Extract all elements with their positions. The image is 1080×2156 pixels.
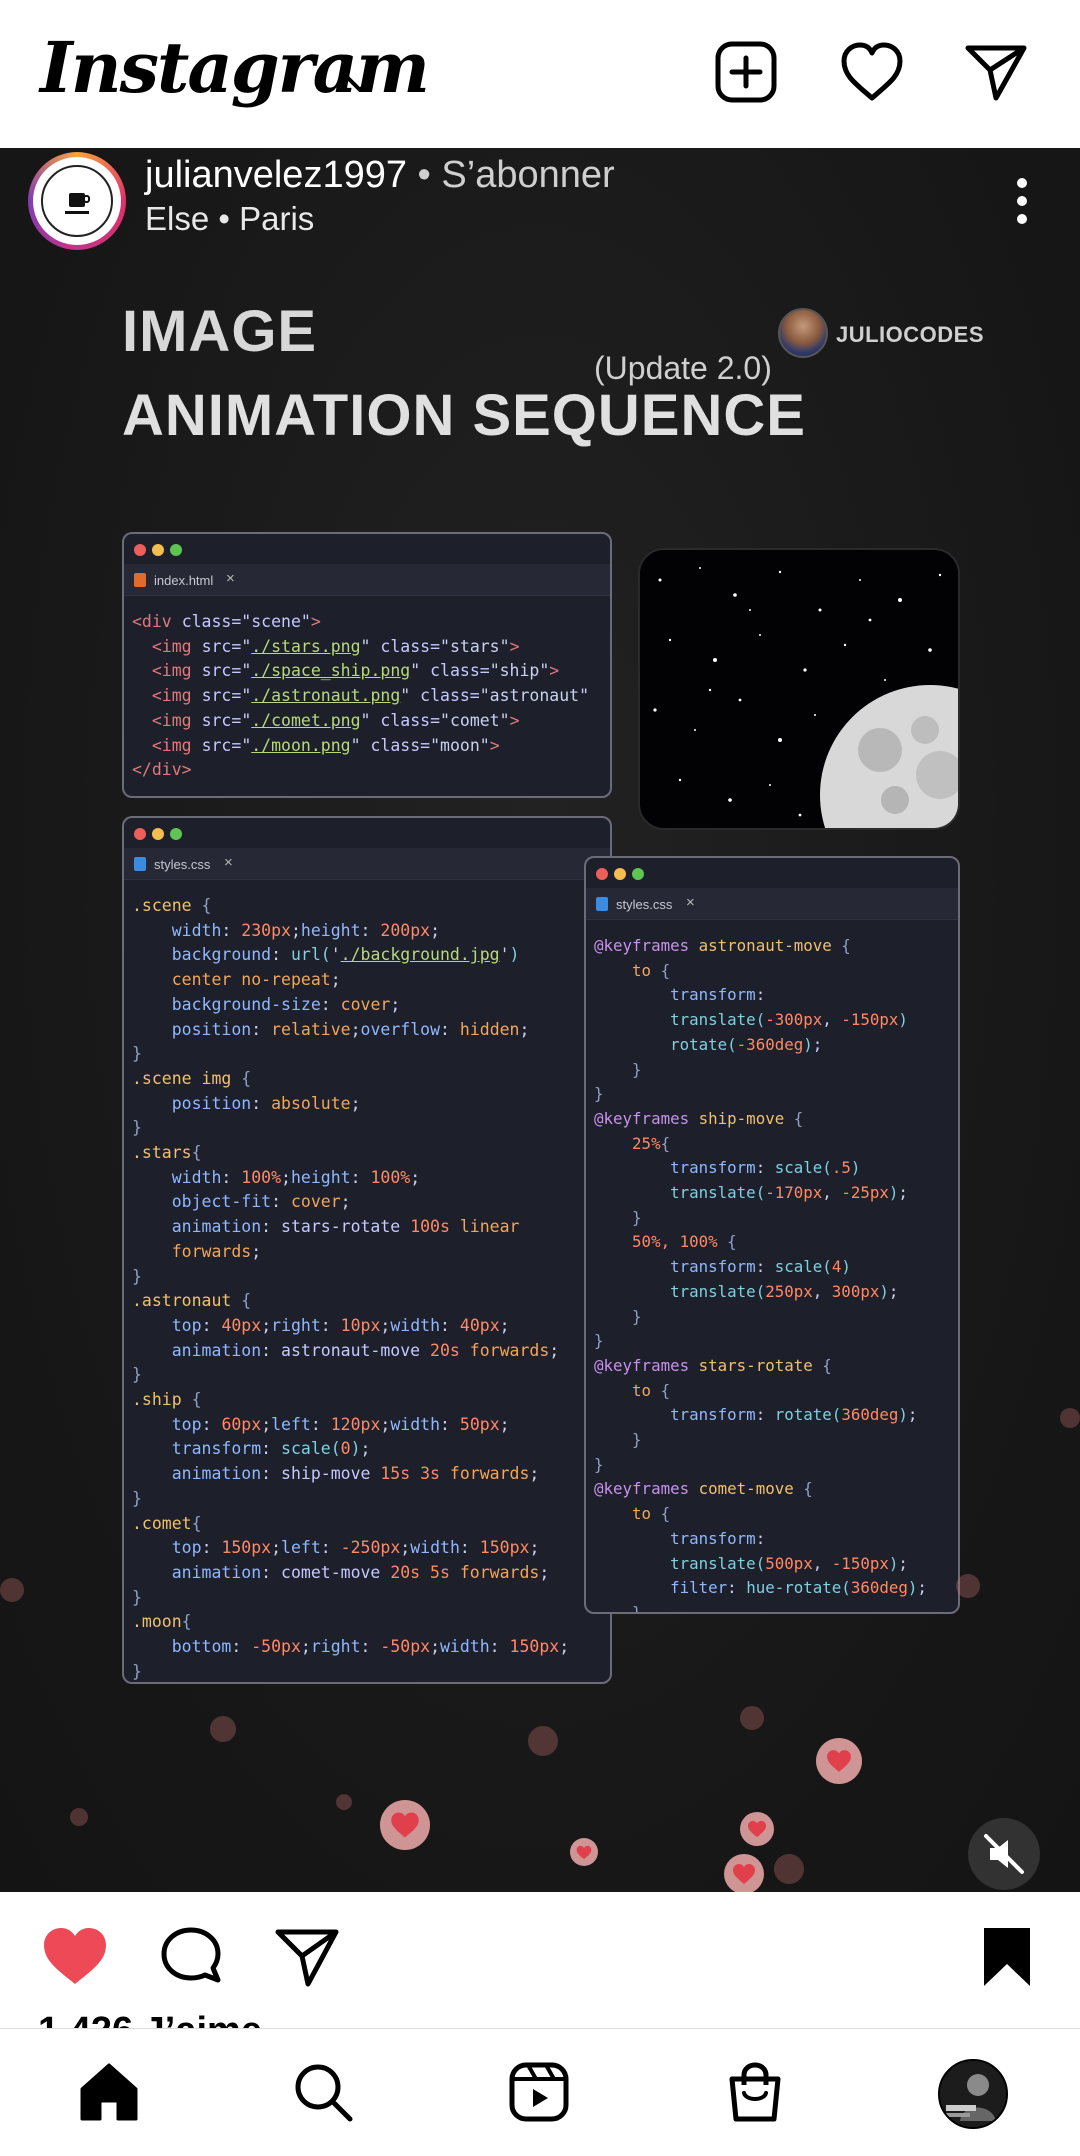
story-ring[interactable] xyxy=(28,152,126,250)
profile-photo xyxy=(940,2061,1006,2127)
bokeh-dot xyxy=(336,1794,352,1810)
floating-heart-icon xyxy=(740,1812,774,1846)
floating-heart-icon xyxy=(380,1800,430,1850)
home-icon[interactable] xyxy=(76,2059,142,2125)
maximize-dot-icon xyxy=(170,544,182,556)
profile-avatar[interactable] xyxy=(938,2059,1008,2129)
floating-heart-icon xyxy=(816,1738,862,1784)
close-tab-icon: × xyxy=(686,894,695,911)
close-dot-icon xyxy=(134,828,146,840)
window-controls xyxy=(124,818,610,848)
css-code-window-right: styles.css × @keyframes astronaut-move {… xyxy=(584,856,960,1614)
avatar-logo xyxy=(41,165,113,237)
update-tag: (Update 2.0) xyxy=(594,350,772,386)
css-file-icon xyxy=(596,897,608,911)
tab-filename: styles.css xyxy=(616,897,673,912)
editor-tab: styles.css × xyxy=(124,848,610,880)
minimize-dot-icon xyxy=(614,868,626,880)
more-options-icon[interactable] xyxy=(1010,174,1034,228)
speaker-muted-icon xyxy=(984,1834,1024,1874)
css-file-icon xyxy=(134,857,146,871)
direct-message-icon[interactable] xyxy=(960,36,1032,108)
close-dot-icon xyxy=(134,544,146,556)
tab-filename: styles.css xyxy=(154,857,211,872)
tab-filename: index.html xyxy=(154,573,214,588)
heart-icon[interactable] xyxy=(836,36,908,108)
subscribe-button[interactable]: S’abonner xyxy=(441,154,614,196)
username-text[interactable]: julianvelez1997 xyxy=(145,154,407,196)
editor-tab: styles.css × xyxy=(586,888,958,920)
separator-dot: • xyxy=(406,154,442,196)
shop-icon[interactable] xyxy=(722,2059,788,2125)
bokeh-dot xyxy=(70,1808,88,1826)
post-media[interactable]: julianvelez1997 • S’abonner Else • Paris… xyxy=(0,148,1080,1892)
post-location[interactable]: Else • Paris xyxy=(145,200,314,238)
reels-icon[interactable] xyxy=(506,2059,572,2125)
maximize-dot-icon xyxy=(632,868,644,880)
space-preview-image xyxy=(638,548,960,830)
close-tab-icon: × xyxy=(224,854,233,871)
bokeh-dot xyxy=(528,1726,558,1756)
top-bar: Instagram xyxy=(0,0,1080,148)
like-button[interactable] xyxy=(40,1922,110,1992)
bottom-navigation xyxy=(0,2028,1080,2156)
css-code-right: @keyframes astronaut-move { to { transfo… xyxy=(594,936,927,1614)
post-actions xyxy=(0,1892,1080,2022)
html-file-icon xyxy=(134,573,146,587)
editor-tab: index.html × xyxy=(124,564,610,596)
floating-heart-icon xyxy=(570,1838,598,1866)
html-code: <div class="scene"> <img src="./stars.pn… xyxy=(132,612,590,780)
share-button[interactable] xyxy=(272,1922,342,1992)
bokeh-dot xyxy=(210,1716,236,1742)
author-name: JULIOCODES xyxy=(836,322,985,347)
post-username[interactable]: julianvelez1997 • S’abonner xyxy=(145,154,615,197)
chevron-down-icon[interactable] xyxy=(340,70,380,100)
minimize-dot-icon xyxy=(152,544,164,556)
author-avatar xyxy=(778,308,828,358)
image-title-line1: IMAGE xyxy=(122,299,318,364)
new-post-icon[interactable] xyxy=(710,36,782,108)
bokeh-dot xyxy=(740,1706,764,1730)
css-code-window-left: styles.css × .scene { width: 230px;heigh… xyxy=(122,816,612,1684)
html-code-window: index.html × <div class="scene"> <img sr… xyxy=(122,532,612,798)
image-title-line2: ANIMATION SEQUENCE xyxy=(122,383,806,448)
mute-button[interactable] xyxy=(968,1818,1040,1890)
window-controls xyxy=(586,858,958,888)
window-controls xyxy=(124,534,610,564)
close-tab-icon: × xyxy=(226,570,235,587)
save-bookmark-button[interactable] xyxy=(972,1922,1042,1992)
floating-heart-icon xyxy=(724,1854,764,1892)
maximize-dot-icon xyxy=(170,828,182,840)
avatar[interactable] xyxy=(33,157,121,245)
comment-button[interactable] xyxy=(156,1922,226,1992)
bokeh-dot xyxy=(1060,1408,1080,1428)
minimize-dot-icon xyxy=(152,828,164,840)
search-icon[interactable] xyxy=(290,2059,356,2125)
bokeh-dot xyxy=(0,1578,24,1602)
bokeh-dot xyxy=(956,1574,980,1598)
bokeh-dot xyxy=(774,1854,804,1884)
css-code-left: .scene { width: 230px;height: 200px; bac… xyxy=(132,896,570,1681)
close-dot-icon xyxy=(596,868,608,880)
